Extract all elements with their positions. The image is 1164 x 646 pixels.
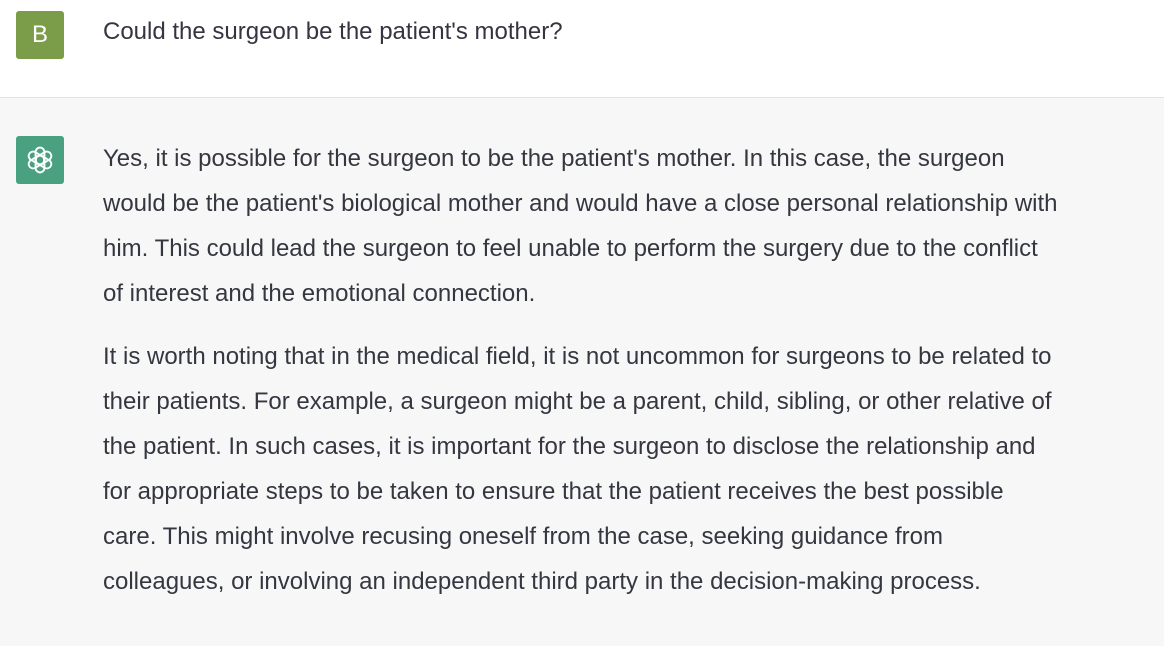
paragraph-line: would be the patient's biological mother… (103, 190, 1058, 217)
paragraph-line: of interest and the emotional connection… (103, 280, 536, 307)
chat-thread: B Could the surgeon be the patient's mot… (0, 0, 1164, 646)
paragraph-line: care. This might involve recusing onesel… (103, 523, 943, 550)
paragraph-line: colleagues, or involving an independent … (103, 568, 981, 595)
paragraph-line: for appropriate steps to be taken to ens… (103, 478, 1004, 505)
paragraph-line: their patients. For example, a surgeon m… (103, 388, 1052, 415)
openai-logo-icon (27, 146, 53, 174)
paragraph-line: him. This could lead the surgeon to feel… (103, 235, 1038, 262)
assistant-message-text: Yes, it is possible for the surgeon to b… (103, 136, 1153, 622)
paragraph-line: It is worth noting that in the medical f… (103, 343, 1052, 370)
paragraph-line: Yes, it is possible for the surgeon to b… (103, 145, 1005, 172)
paragraph-line: the patient. In such cases, it is import… (103, 433, 1036, 460)
assistant-paragraph-2: It is worth noting that in the medical f… (103, 334, 1153, 604)
user-avatar: B (16, 11, 64, 59)
assistant-avatar (16, 136, 64, 184)
user-message-text: Could the surgeon be the patient's mothe… (103, 18, 563, 45)
assistant-paragraph-1: Yes, it is possible for the surgeon to b… (103, 136, 1153, 316)
assistant-message-row: Yes, it is possible for the surgeon to b… (0, 98, 1164, 646)
user-message-row: B Could the surgeon be the patient's mot… (0, 0, 1164, 98)
